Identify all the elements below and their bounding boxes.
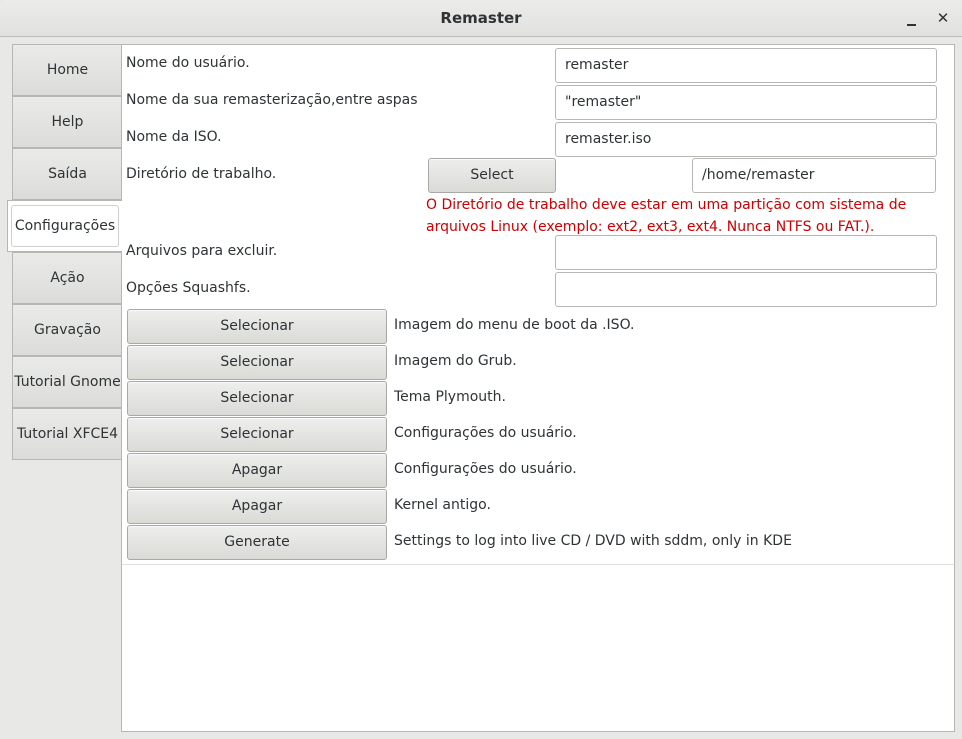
tab-tutorial-xfce4[interactable]: Tutorial XFCE4 bbox=[12, 408, 122, 460]
tab-label: Help bbox=[51, 114, 84, 130]
title-bar: Remaster ✕ bbox=[0, 0, 962, 37]
tab-label: Tutorial XFCE4 bbox=[16, 426, 119, 442]
tab-help[interactable]: Help bbox=[12, 96, 122, 148]
select-grub-image-button[interactable]: Selecionar bbox=[127, 345, 387, 380]
iso-name-input[interactable]: remaster.iso bbox=[555, 122, 937, 157]
tab-tutorial-gnome[interactable]: Tutorial Gnome bbox=[12, 356, 122, 408]
sddm-settings-label: Settings to log into live CD / DVD with … bbox=[394, 533, 792, 549]
select-user-config-button[interactable]: Selecionar bbox=[127, 417, 387, 452]
squashfs-options-label: Opções Squashfs. bbox=[126, 280, 251, 296]
tab-label: Home bbox=[46, 62, 89, 78]
tab-label: Ação bbox=[50, 270, 85, 286]
select-plymouth-theme-button[interactable]: Selecionar bbox=[127, 381, 387, 416]
close-icon[interactable]: ✕ bbox=[933, 8, 953, 28]
tab-acao[interactable]: Ação bbox=[12, 252, 122, 304]
workdir-warning: O Diretório de trabalho deve estar em um… bbox=[426, 194, 907, 238]
warning-line: O Diretório de trabalho deve estar em um… bbox=[426, 197, 907, 213]
delete-user-config-label: Configurações do usuário. bbox=[394, 461, 577, 477]
generate-sddm-button[interactable]: Generate bbox=[127, 525, 387, 560]
iso-name-label: Nome da ISO. bbox=[126, 129, 222, 145]
tab-configuracoes[interactable]: Configurações bbox=[7, 200, 122, 252]
username-label: Nome do usuário. bbox=[126, 55, 250, 71]
tab-label: Configurações bbox=[10, 205, 120, 247]
boot-image-label: Imagem do menu de boot da .ISO. bbox=[394, 317, 635, 333]
divider bbox=[122, 564, 954, 565]
remaster-name-input[interactable]: "remaster" bbox=[555, 85, 937, 120]
remaster-name-label: Nome da sua remasterização,entre aspas bbox=[126, 92, 418, 108]
squashfs-options-input[interactable] bbox=[555, 272, 937, 307]
window-title: Remaster bbox=[440, 9, 522, 27]
tab-home[interactable]: Home bbox=[12, 44, 122, 96]
username-input[interactable]: remaster bbox=[555, 48, 937, 83]
settings-panel: Nome do usuário. remaster Nome da sua re… bbox=[121, 44, 955, 732]
exclude-files-label: Arquivos para excluir. bbox=[126, 243, 278, 259]
select-boot-image-button[interactable]: Selecionar bbox=[127, 309, 387, 344]
tab-gravacao[interactable]: Gravação bbox=[12, 304, 122, 356]
select-workdir-button[interactable]: Select bbox=[428, 158, 556, 193]
workdir-label: Diretório de trabalho. bbox=[126, 166, 277, 182]
old-kernel-label: Kernel antigo. bbox=[394, 497, 491, 513]
tab-label: Tutorial Gnome bbox=[14, 374, 121, 390]
delete-user-config-button[interactable]: Apagar bbox=[127, 453, 387, 488]
tab-label: Saída bbox=[48, 166, 87, 182]
minimize-icon[interactable] bbox=[901, 8, 921, 28]
workdir-input[interactable]: /home/remaster bbox=[692, 158, 936, 193]
exclude-files-input[interactable] bbox=[555, 235, 937, 270]
tab-label: Gravação bbox=[34, 322, 101, 338]
tab-saida[interactable]: Saída bbox=[12, 148, 122, 200]
user-config-label: Configurações do usuário. bbox=[394, 425, 577, 441]
grub-image-label: Imagem do Grub. bbox=[394, 353, 517, 369]
delete-old-kernel-button[interactable]: Apagar bbox=[127, 489, 387, 524]
plymouth-theme-label: Tema Plymouth. bbox=[394, 389, 506, 405]
